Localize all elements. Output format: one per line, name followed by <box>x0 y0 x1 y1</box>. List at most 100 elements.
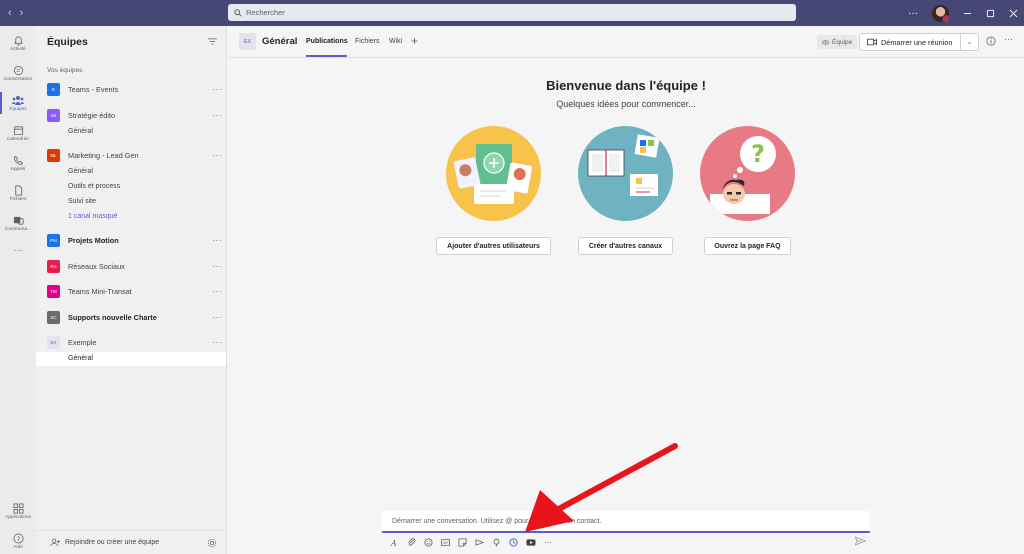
rail-item-chat[interactable]: Conversation <box>0 58 36 88</box>
send-icon[interactable] <box>855 536 866 546</box>
compose-input[interactable]: Démarrer une conversation. Utilisez @ po… <box>382 511 870 533</box>
team-name: Réseaux Sociaux <box>68 261 125 271</box>
rail-item-activity[interactable]: Activité <box>0 28 36 58</box>
more-icon[interactable]: ··· <box>213 262 223 271</box>
team-name: Supports nouvelle Charte <box>68 312 157 322</box>
meet-now-icon[interactable] <box>475 538 484 547</box>
emoji-icon[interactable] <box>424 537 433 547</box>
more-options-icon[interactable]: ··· <box>908 8 918 19</box>
rail-item-applications[interactable]: Applications <box>0 496 36 526</box>
forward-arrow-icon[interactable]: › <box>20 7 24 19</box>
channel-item[interactable]: Outils et process <box>68 183 120 190</box>
more-options-icon[interactable]: ··· <box>1004 34 1013 44</box>
team-avatar: E <box>47 82 60 96</box>
search-placeholder: Rechercher <box>246 8 285 17</box>
tab-publications[interactable]: Publications <box>306 38 348 45</box>
team-item[interactable]: SC Supports nouvelle Charte ··· <box>47 309 222 325</box>
more-icon: ··· <box>13 245 23 255</box>
team-avatar: EX <box>47 335 60 349</box>
phone-icon <box>13 155 23 165</box>
tab-wiki[interactable]: Wiki <box>389 38 402 45</box>
add-tab-button[interactable]: + <box>411 34 418 48</box>
rail-item-calendar[interactable]: Calendrier <box>0 118 36 148</box>
channel-item[interactable]: Suivi site <box>68 198 96 205</box>
team-item[interactable]: ML Marketing - Lead Gen ··· <box>47 147 222 163</box>
rail-label: Calendrier <box>6 136 30 142</box>
welcome-subtitle: Quelques idées pour commencer... <box>556 99 696 109</box>
team-name: Marketing - Lead Gen <box>68 150 139 160</box>
channel-item-selected[interactable]: Général <box>68 355 93 362</box>
create-channels-button[interactable]: Créer d'autres canaux <box>578 237 673 255</box>
format-icon[interactable]: A <box>390 538 399 547</box>
open-faq-button[interactable]: Ouvrez la page FAQ <box>704 237 791 255</box>
rail-label: Activité <box>10 46 26 52</box>
selected-channel-highlight <box>36 352 226 366</box>
minimize-icon[interactable] <box>963 9 972 18</box>
team-item[interactable]: EX Exemple ··· <box>47 334 222 350</box>
rail-more-apps[interactable]: ··· <box>0 235 36 265</box>
youtube-icon[interactable] <box>526 538 536 547</box>
chevron-down-icon[interactable]: ⌄ <box>960 34 978 50</box>
add-users-illustration <box>446 126 541 221</box>
rail-item-files[interactable]: Fichiers <box>0 178 36 208</box>
tab-files[interactable]: Fichiers <box>355 38 380 45</box>
info-icon[interactable] <box>986 36 996 46</box>
more-icon[interactable]: ··· <box>213 111 223 120</box>
apps-icon <box>13 503 23 513</box>
teams-panel: Équipes Vos équipes E Teams - Events ···… <box>36 26 227 554</box>
team-item[interactable]: Sé Stratégie édito ··· <box>47 107 222 123</box>
sticker-icon[interactable] <box>458 537 467 547</box>
team-avatar: RS <box>47 259 60 273</box>
team-avatar: ML <box>47 148 60 162</box>
maximize-icon[interactable] <box>986 9 995 18</box>
channel-item[interactable]: Général <box>68 168 93 175</box>
hidden-channels-link[interactable]: 1 canal masqué <box>68 213 117 220</box>
more-options-icon[interactable]: ··· <box>544 538 552 547</box>
more-icon[interactable]: ··· <box>213 85 223 94</box>
team-item[interactable]: E Teams - Events ··· <box>47 81 222 97</box>
svg-text:?: ? <box>16 534 19 542</box>
back-arrow-icon[interactable]: ‹ <box>8 7 12 19</box>
channel-item[interactable]: Général <box>68 128 93 135</box>
welcome-title: Bienvenue dans l'équipe ! <box>546 78 706 93</box>
rail-item-community[interactable]: Communa... <box>0 208 36 238</box>
team-name: Teams - Events <box>68 84 119 94</box>
compose-toolbar: A GIF ··· <box>390 536 552 548</box>
chat-icon <box>13 65 23 75</box>
add-users-button[interactable]: Ajouter d'autres utilisateurs <box>436 237 551 255</box>
more-icon[interactable]: ··· <box>213 338 223 347</box>
rail-label: Aide <box>13 544 23 550</box>
rail-item-teams[interactable]: Équipes <box>0 88 36 118</box>
loop-icon[interactable] <box>509 537 518 547</box>
calendar-icon <box>13 125 23 135</box>
rail-item-calls[interactable]: Appels <box>0 148 36 178</box>
close-icon[interactable] <box>1009 9 1018 18</box>
search-input[interactable]: Rechercher <box>228 4 796 21</box>
svg-text:?: ? <box>751 140 765 168</box>
join-team-bar[interactable]: Rejoindre ou créer une équipe <box>36 530 226 554</box>
team-item[interactable]: RS Réseaux Sociaux ··· <box>47 258 222 274</box>
start-meeting-main[interactable]: Démarrer une réunion <box>860 38 960 47</box>
team-item[interactable]: PM Projets Motion ··· <box>47 232 222 248</box>
channel-header: EX Général Publications Fichiers Wiki + … <box>228 26 1024 58</box>
team-item[interactable]: TM Teams Mini-Transat ··· <box>47 283 222 299</box>
attach-icon[interactable] <box>407 537 416 547</box>
more-icon[interactable]: ··· <box>213 236 223 245</box>
start-meeting-button[interactable]: Démarrer une réunion ⌄ <box>859 33 979 51</box>
praise-icon[interactable] <box>492 538 501 547</box>
search-icon <box>234 8 242 17</box>
team-name: Teams Mini-Transat <box>68 286 132 296</box>
filter-icon[interactable] <box>208 38 217 45</box>
more-icon[interactable]: ··· <box>213 313 223 322</box>
team-badge[interactable]: Équipe <box>817 35 858 49</box>
user-avatar[interactable] <box>932 4 950 23</box>
channel-title: Général <box>262 36 298 47</box>
more-icon[interactable]: ··· <box>213 287 223 296</box>
compose-placeholder: Démarrer une conversation. Utilisez @ po… <box>392 517 602 525</box>
window-controls: ··· <box>908 0 1018 26</box>
rail-item-help[interactable]: ? Aide <box>0 526 36 554</box>
gif-icon[interactable]: GIF <box>441 538 450 547</box>
gear-icon[interactable] <box>207 538 217 548</box>
rail-label: Communa... <box>4 226 32 232</box>
more-icon[interactable]: ··· <box>213 151 223 160</box>
